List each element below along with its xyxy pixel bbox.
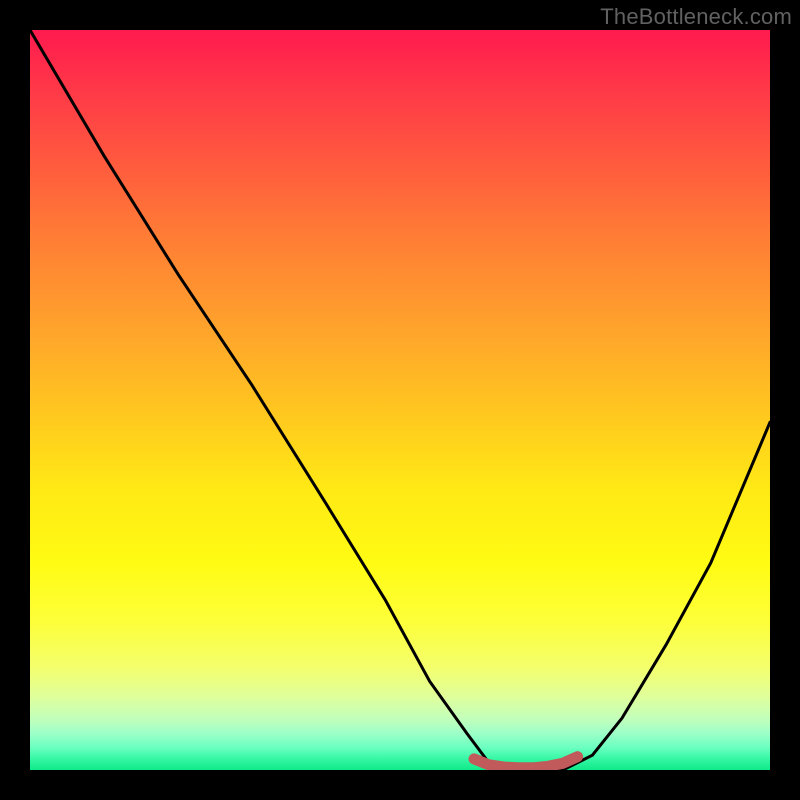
watermark-text: TheBottleneck.com	[600, 4, 792, 30]
bottleneck-curve	[30, 30, 770, 770]
plot-area	[30, 30, 770, 770]
curve-layer	[30, 30, 770, 770]
chart-frame: TheBottleneck.com	[0, 0, 800, 800]
optimal-range-marker	[474, 757, 578, 768]
